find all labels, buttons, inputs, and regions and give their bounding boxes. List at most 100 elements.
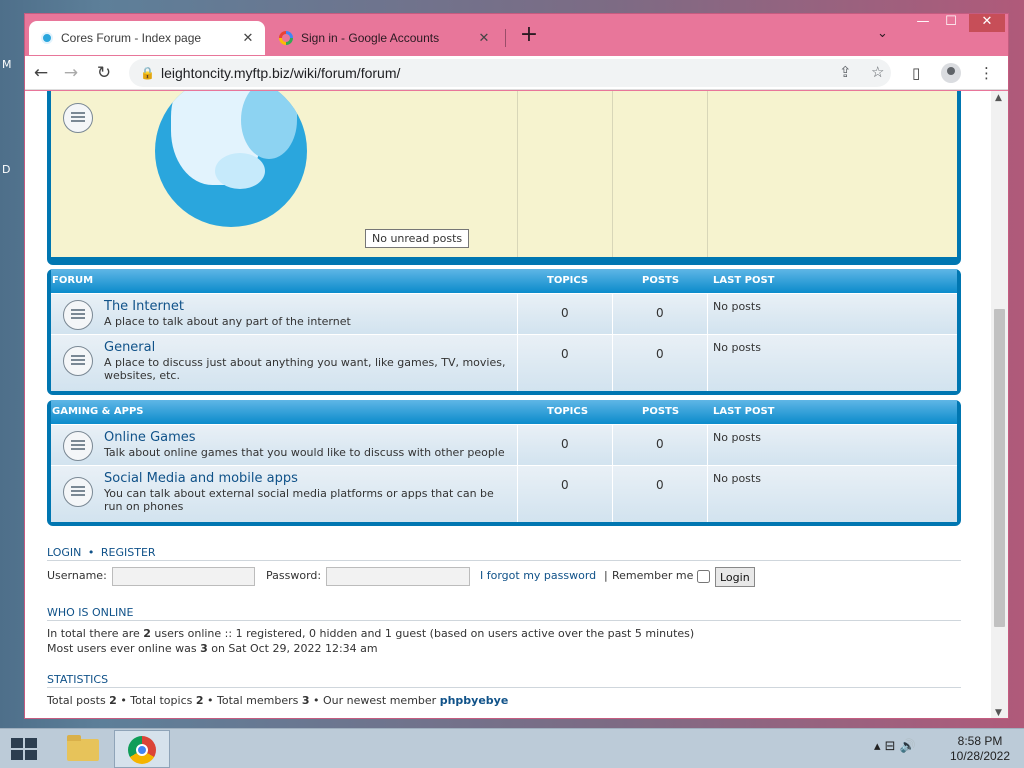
forum-read-icon[interactable] (63, 300, 93, 330)
forgot-password-link[interactable]: I forgot my password (480, 569, 596, 582)
register-link[interactable]: REGISTER (101, 546, 156, 559)
close-tab-icon[interactable]: ✕ (477, 30, 491, 46)
url-text: leightoncity.myftp.biz/wiki/forum/forum/ (161, 65, 401, 81)
bookmark-star-icon[interactable]: ☆ (871, 59, 884, 87)
who-is-online-body: In total there are 2 users online :: 1 r… (47, 626, 961, 656)
newest-member-link[interactable]: phpbyebye (440, 694, 509, 707)
category-header: GAMING & APPS TOPICS POSTS LAST POST (51, 400, 957, 424)
forum-read-icon[interactable] (63, 103, 93, 133)
profile-avatar-icon[interactable] (941, 63, 961, 83)
chrome-icon (128, 736, 156, 764)
close-window-button[interactable]: ✕ (969, 14, 1005, 32)
tab-google-signin[interactable]: Sign in - Google Accounts ✕ (269, 21, 501, 55)
scroll-up-icon[interactable]: ▲ (995, 93, 1002, 103)
category-title[interactable]: GAMING & APPS (52, 400, 143, 424)
reload-button[interactable]: ↻ (92, 61, 116, 85)
posts-column-header: POSTS (642, 406, 680, 417)
close-tab-icon[interactable]: ✕ (241, 30, 255, 46)
browser-window: Cores Forum - Index page ✕ Sign in - Goo… (24, 13, 1009, 719)
scrollbar-thumb[interactable] (994, 309, 1005, 627)
posts-column-header: POSTS (642, 275, 680, 286)
statistics-section: STATISTICS Total posts 2 • Total topics … (47, 673, 961, 708)
login-form: Username: Password: I forgot my password… (47, 566, 961, 590)
online-record: 3 (200, 642, 208, 655)
category-title[interactable]: FORUM (52, 269, 93, 293)
total-topics: 2 (195, 694, 204, 707)
vertical-scrollbar[interactable]: ▲ ▼ (991, 91, 1008, 718)
windows-start-icon[interactable] (11, 738, 37, 760)
chrome-taskbar-button[interactable] (114, 730, 170, 768)
scroll-down-icon[interactable]: ▼ (995, 708, 1002, 718)
clock-time: 8:58 PM (957, 734, 1003, 748)
forum-title-link[interactable]: General (104, 340, 155, 355)
forum-read-icon[interactable] (63, 431, 93, 461)
forum-row: Online Games Talk about online games tha… (51, 424, 957, 465)
forum-read-icon[interactable] (63, 346, 93, 376)
side-panel-icon[interactable]: ▯ (912, 64, 920, 82)
tooltip: No unread posts (365, 229, 470, 248)
browser-toolbar: ← → ↻ 🔒 leightoncity.myftp.biz/wiki/foru… (25, 56, 1008, 90)
tab-strip: Cores Forum - Index page ✕ Sign in - Goo… (25, 14, 1008, 56)
last-post-column-header: LAST POST (713, 275, 775, 286)
login-button[interactable]: Login (715, 567, 755, 587)
share-icon[interactable]: ⇪ (839, 59, 852, 87)
page-viewport: No unread posts FORUM TOPICS POSTS LAST … (25, 91, 1008, 718)
forum-row: Social Media and mobile apps You can tal… (51, 465, 957, 522)
desktop-text-fragment: D (2, 163, 11, 176)
taskbar-clock[interactable]: 8:58 PM 10/28/2022 (948, 734, 1012, 764)
tab-title: Sign in - Google Accounts (301, 31, 440, 45)
topics-column-header: TOPICS (547, 275, 589, 286)
username-input[interactable] (112, 567, 255, 586)
username-label: Username: (47, 569, 107, 582)
topics-count: 0 (561, 306, 569, 320)
forum-title-link[interactable]: The Internet (104, 299, 184, 314)
minimize-button[interactable]: — (912, 14, 934, 32)
forum-title-link[interactable]: Social Media and mobile apps (104, 471, 298, 486)
forum-title-link[interactable]: Online Games (104, 430, 196, 445)
forum-description: You can talk about external social media… (104, 487, 494, 513)
lock-icon[interactable]: 🔒 (140, 59, 155, 87)
statistics-title: STATISTICS (47, 673, 961, 688)
address-bar[interactable]: 🔒 leightoncity.myftp.biz/wiki/forum/foru… (129, 59, 891, 87)
online-count: 2 (143, 627, 151, 640)
google-g-icon (279, 31, 293, 45)
posts-count: 0 (656, 347, 664, 361)
desktop-text-fragment: M (2, 58, 12, 71)
who-is-online-title: WHO IS ONLINE (47, 606, 961, 621)
forum-favicon-icon (41, 32, 53, 44)
statistics-body: Total posts 2 • Total topics 2 • Total m… (47, 694, 509, 707)
forum-description: Talk about online games that you would l… (104, 446, 505, 459)
topics-column-header: TOPICS (547, 406, 589, 417)
total-posts: 2 (109, 694, 117, 707)
clock-date: 10/28/2022 (949, 749, 1011, 763)
last-post: No posts (713, 341, 761, 354)
topics-count: 0 (561, 478, 569, 492)
folder-icon (67, 735, 99, 761)
maximize-button[interactable]: ☐ (940, 14, 962, 32)
login-link[interactable]: LOGIN (47, 546, 81, 559)
total-members: 3 (301, 694, 310, 707)
file-explorer-taskbar-button[interactable] (56, 730, 112, 768)
online-line-2: Most users ever online was 3 on Sat Oct … (47, 642, 378, 655)
forum-description: A place to talk about any part of the in… (104, 315, 351, 328)
tab-cores-forum[interactable]: Cores Forum - Index page ✕ (29, 21, 265, 55)
last-post-column-header: LAST POST (713, 406, 775, 417)
last-post: No posts (713, 300, 761, 313)
system-tray-icons[interactable]: ▴ ⊟ 🔊 (874, 739, 916, 754)
forward-button[interactable]: → (59, 61, 83, 85)
tab-search-icon[interactable]: ⌄ (877, 26, 888, 41)
who-is-online-section: WHO IS ONLINE In total there are 2 users… (47, 606, 961, 656)
menu-dots-icon[interactable]: ⋮ (979, 64, 994, 82)
remember-me-checkbox[interactable] (697, 570, 710, 583)
topics-count: 0 (561, 437, 569, 451)
category-forum: FORUM TOPICS POSTS LAST POST The Interne… (47, 269, 961, 395)
new-tab-button[interactable]: + (518, 22, 540, 47)
back-button[interactable]: ← (29, 61, 53, 85)
last-post: No posts (713, 431, 761, 444)
category-gaming-apps: GAMING & APPS TOPICS POSTS LAST POST Onl… (47, 400, 961, 526)
password-input[interactable] (326, 567, 470, 586)
forum-read-icon[interactable] (63, 477, 93, 507)
online-line-1: In total there are 2 users online :: 1 r… (47, 627, 695, 640)
posts-count: 0 (656, 306, 664, 320)
remember-me-label: Remember me (612, 569, 694, 582)
